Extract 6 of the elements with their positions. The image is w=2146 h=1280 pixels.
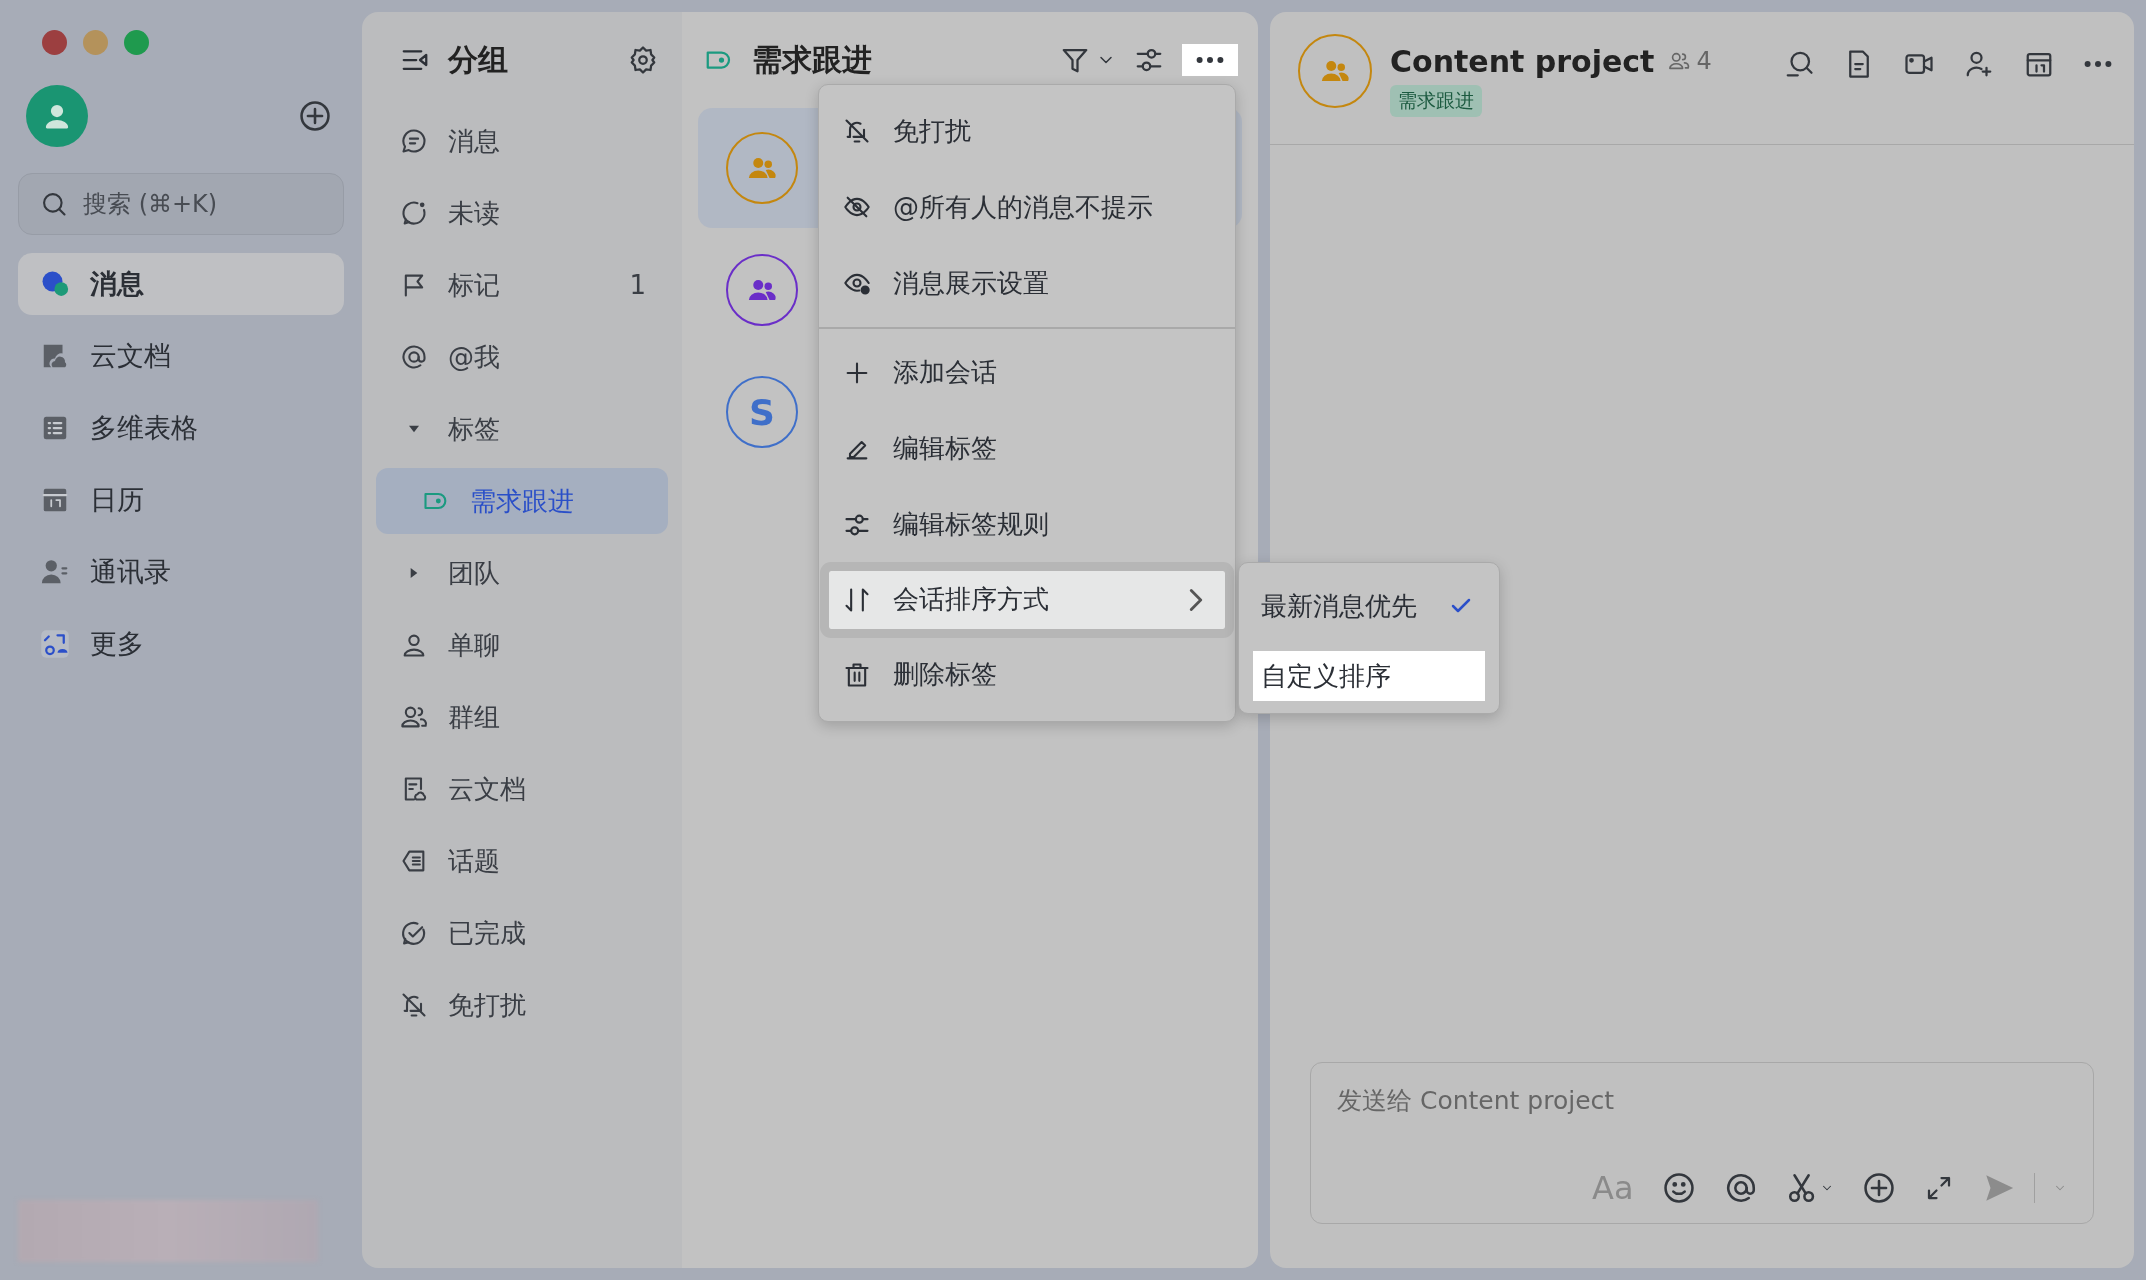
panel-title: 分组 [448,40,509,79]
list-title: 需求跟进 [752,40,872,79]
group-avatar: S [726,376,798,448]
tag-label: 需求跟进 [1390,84,1482,117]
chat-title: Content project [1390,43,1655,79]
item-count: 1 [629,270,647,300]
